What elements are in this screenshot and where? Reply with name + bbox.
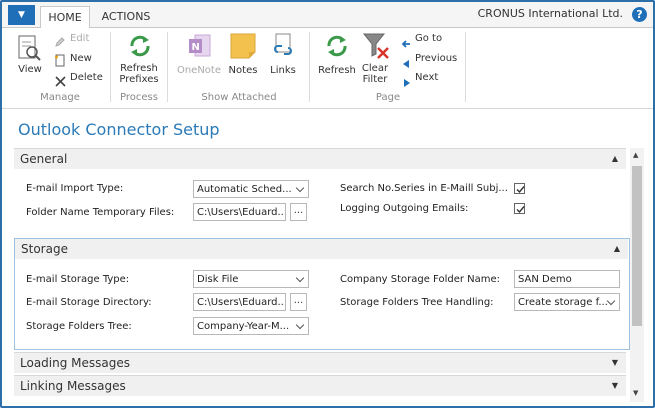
section-storage-header[interactable]: Storage ▲ [15,239,628,259]
tree-handling-select[interactable]: Create storage f... [514,293,620,311]
refresh-prefixes-label-2: Prefixes [119,74,159,85]
storage-type-value: Disk File [197,274,239,285]
clear-filter-icon [362,32,390,64]
storage-type-label: E-mail Storage Type: [26,274,130,285]
company-storage-folder-input[interactable]: SAN Demo [514,270,620,288]
onenote-icon: N [187,33,213,63]
ribbon-separator [465,32,466,102]
previous-button[interactable]: Previous [415,53,457,64]
email-import-type-value: Automatic Sched... [197,184,292,195]
view-icon [16,34,42,66]
delete-icon [55,72,66,91]
section-loading-messages-title: Loading Messages [20,356,131,370]
page-title: Outlook Connector Setup [18,120,220,139]
search-series-checkbox[interactable] [514,183,525,194]
collapse-icon[interactable]: ▲ [612,149,618,169]
ribbon: View Edit New Delete Manage Refresh Pref… [2,28,653,109]
links-icon [270,33,296,63]
clear-filter-button[interactable]: Clear Filter [358,63,392,85]
section-storage-title: Storage [21,242,68,256]
refresh-prefixes-button[interactable]: Refresh Prefixes [116,63,162,85]
scroll-down-icon[interactable]: ▼ [633,389,638,397]
folder-temp-files-input[interactable]: C:\Users\Eduard... [193,203,286,221]
collapse-icon[interactable]: ▲ [614,239,620,259]
company-name: CRONUS International Ltd. [477,7,623,20]
notes-button[interactable]: Notes [226,65,260,76]
storage-folders-tree-value: Company-Year-M... [197,321,290,332]
expand-icon[interactable]: ▼ [612,376,618,396]
tab-actions[interactable]: ACTIONS [96,6,156,27]
new-icon [54,52,66,71]
expand-icon[interactable]: ▼ [612,353,618,373]
search-series-label: Search No.Series in E-Maill Subj... [340,183,508,194]
tree-handling-value: Create storage f... [518,297,608,308]
group-process-label: Process [120,92,158,103]
storage-directory-browse-button[interactable]: ... [290,293,307,311]
ribbon-separator [110,32,111,102]
scrollbar-thumb[interactable] [632,166,642,326]
view-button[interactable]: View [14,64,46,75]
svg-text:N: N [192,42,200,53]
refresh-button[interactable]: Refresh [316,65,358,76]
previous-icon [401,54,411,73]
section-linking-messages-title: Linking Messages [20,379,126,393]
edit-button[interactable]: Edit [70,33,89,44]
group-manage-label: Manage [40,92,80,103]
email-import-type-select[interactable]: Automatic Sched... [193,180,309,198]
delete-button[interactable]: Delete [70,72,103,83]
next-icon [402,73,412,92]
checkmark-icon [516,206,525,214]
links-button[interactable]: Links [266,65,300,76]
storage-folders-tree-label: Storage Folders Tree: [26,321,132,332]
vertical-scrollbar[interactable]: ▲ ▼ [630,148,644,402]
scroll-up-icon[interactable]: ▲ [633,151,638,159]
folder-temp-files-value: C:\Users\Eduard... [197,207,286,218]
help-icon[interactable]: ? [632,7,647,22]
company-storage-folder-value: SAN Demo [518,274,572,285]
group-show-attached-label: Show Attached [201,92,277,103]
go-to-arrow-icon [401,34,411,53]
storage-directory-label: E-mail Storage Directory: [26,297,152,308]
email-import-type-label: E-mail Import Type: [26,183,124,194]
ribbon-separator [309,32,310,102]
go-to-button[interactable]: Go to [415,33,442,44]
storage-folders-tree-select[interactable]: Company-Year-M... [193,317,309,335]
clear-filter-label-2: Filter [362,74,388,85]
checkmark-icon [516,186,525,194]
ribbon-separator [167,32,168,102]
logging-outgoing-checkbox[interactable] [514,203,525,214]
storage-directory-input[interactable]: C:\Users\Eduard... [193,293,286,311]
window: ▼ HOME ACTIONS CRONUS International Ltd.… [0,0,655,408]
notes-icon [230,33,256,63]
refresh-prefixes-label-1: Refresh [120,63,158,74]
tab-home[interactable]: HOME [40,6,90,29]
section-loading-messages-header[interactable]: Loading Messages ▼ [14,352,626,373]
edit-icon [54,33,66,52]
section-general-title: General [20,152,68,166]
section-general-header[interactable]: General ▲ [14,148,626,169]
section-linking-messages-header[interactable]: Linking Messages ▼ [14,375,626,396]
clear-filter-label-1: Clear [361,63,389,74]
refresh-prefixes-icon [126,33,154,63]
logging-outgoing-label: Logging Outgoing Emails: [340,203,469,214]
refresh-icon [323,33,351,63]
group-page-label: Page [375,92,401,103]
folder-temp-files-browse-button[interactable]: ... [290,203,307,221]
app-menu-button[interactable]: ▼ [8,5,35,25]
storage-directory-value: C:\Users\Eduard... [197,297,286,308]
tree-handling-label: Storage Folders Tree Handling: [340,297,494,308]
storage-type-select[interactable]: Disk File [193,270,309,288]
onenote-button[interactable]: OneNote [174,65,224,76]
ribbon-tab-bar: ▼ HOME ACTIONS CRONUS International Ltd.… [2,2,653,29]
folder-temp-files-label: Folder Name Temporary Files: [26,207,175,218]
new-button[interactable]: New [70,53,92,64]
company-storage-folder-label: Company Storage Folder Name: [340,274,501,285]
next-button[interactable]: Next [415,72,438,83]
